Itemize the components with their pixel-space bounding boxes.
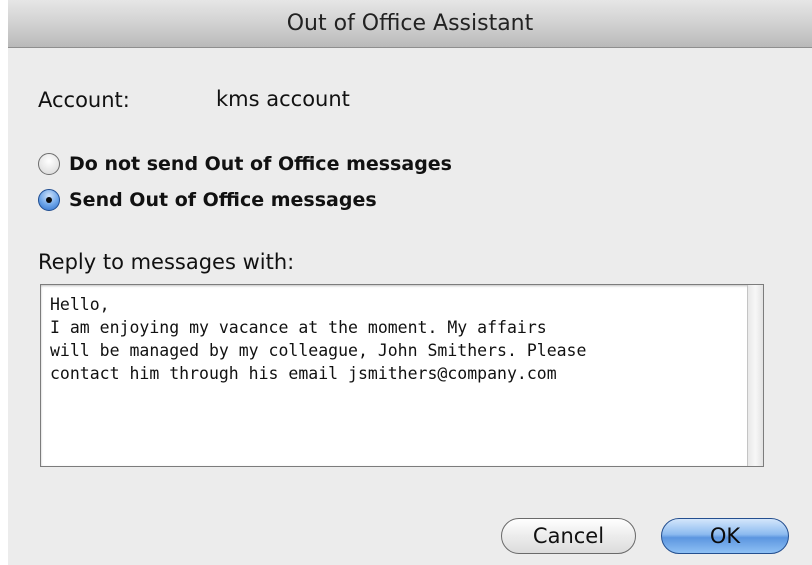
radio-do-not-send-label: Do not send Out of Office messages: [69, 153, 452, 175]
account-value: kms account: [216, 87, 350, 111]
reply-message-text[interactable]: Hello, I am enjoying my vacance at the m…: [50, 293, 750, 385]
window-title: Out of Office Assistant: [8, 0, 812, 48]
radio-selected-icon[interactable]: [38, 189, 60, 211]
reply-label: Reply to messages with:: [38, 250, 295, 274]
textarea-scrollbar[interactable]: [747, 285, 763, 466]
radio-send[interactable]: Send Out of Office messages: [38, 189, 377, 211]
reply-message-textarea[interactable]: Hello, I am enjoying my vacance at the m…: [40, 284, 764, 467]
radio-send-label: Send Out of Office messages: [69, 189, 377, 211]
account-label: Account:: [38, 88, 130, 112]
cancel-button[interactable]: Cancel: [501, 518, 636, 554]
ok-button[interactable]: OK: [661, 518, 789, 554]
radio-do-not-send[interactable]: Do not send Out of Office messages: [38, 153, 452, 175]
out-of-office-dialog: Out of Office Assistant Account: kms acc…: [8, 0, 812, 565]
radio-dot-icon: [46, 197, 52, 203]
radio-unselected-icon[interactable]: [38, 153, 60, 175]
